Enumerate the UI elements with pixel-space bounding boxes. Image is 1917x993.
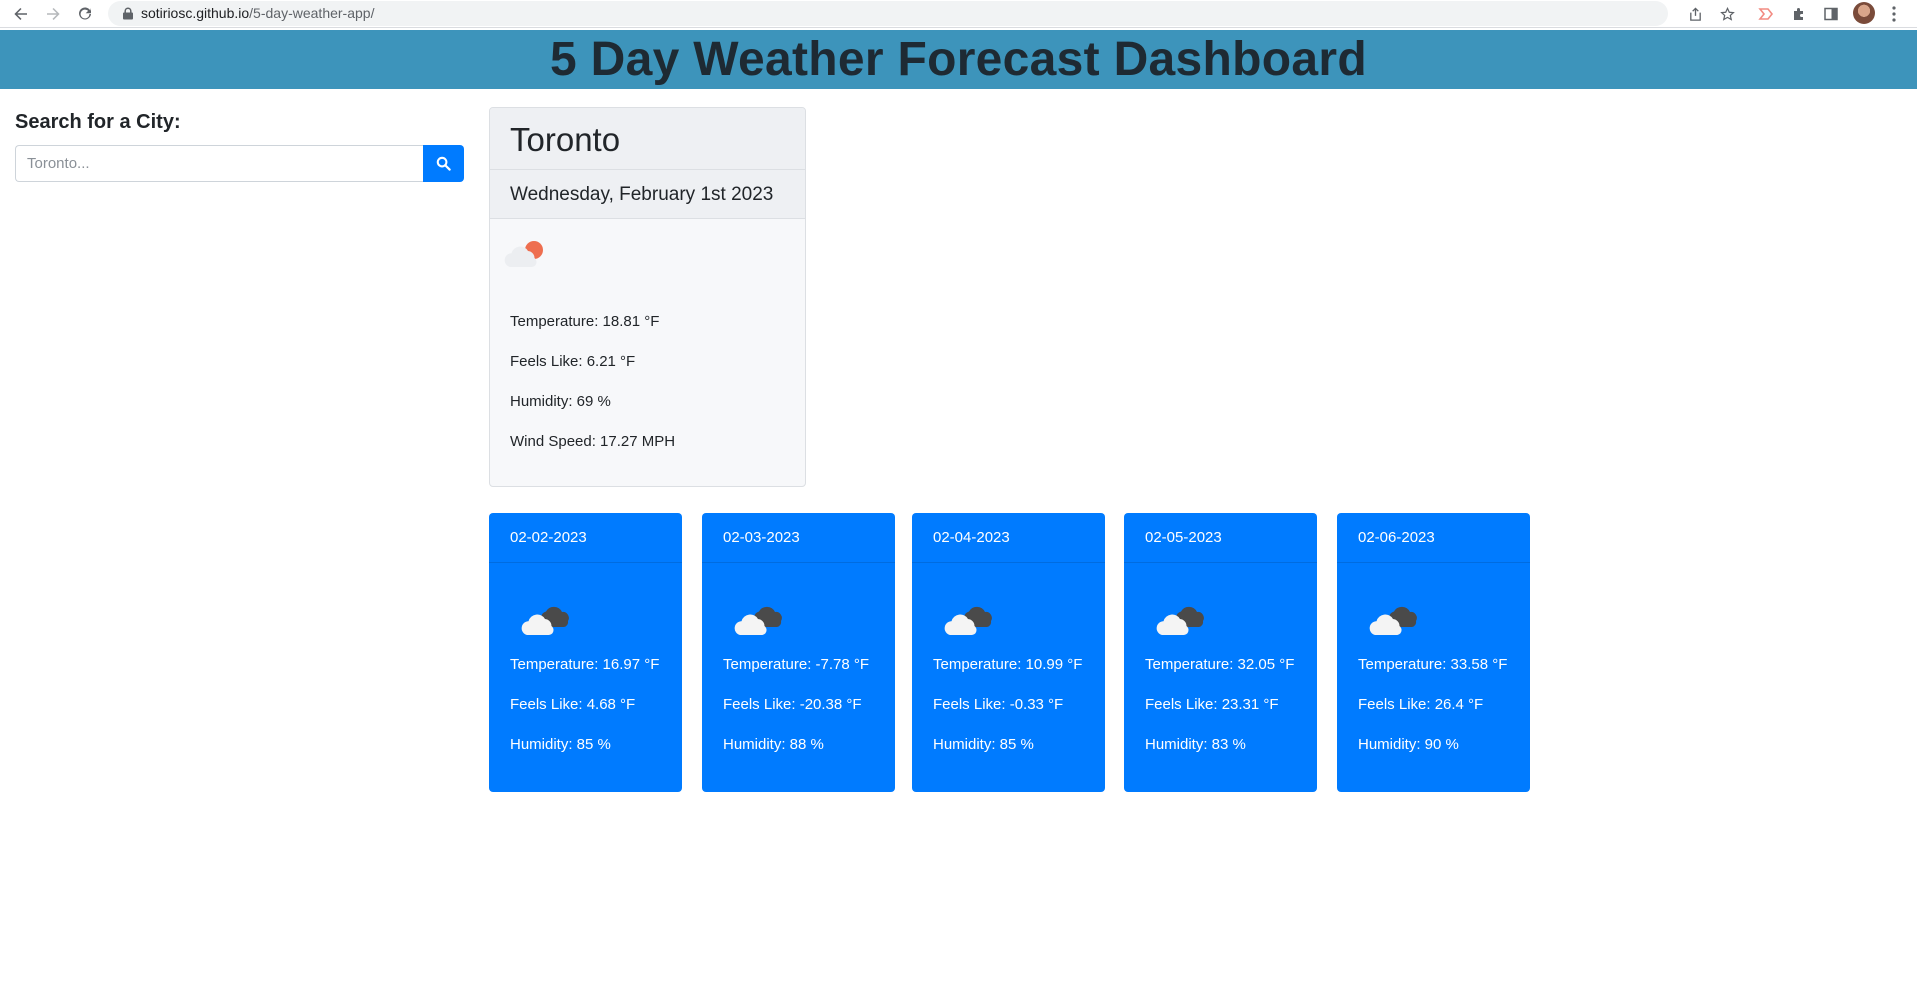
search-input[interactable]: [15, 145, 423, 182]
address-bar[interactable]: sotiriosc.github.io/5-day-weather-app/: [108, 1, 1735, 26]
forecast-feels-like: Feels Like: 26.4 °F: [1358, 696, 1484, 713]
forecast-date: 02-06-2023: [1337, 513, 1530, 563]
broken-clouds-icon: [521, 606, 569, 636]
lock-icon: [123, 7, 133, 20]
forecast-temperature: Temperature: 10.99 °F: [933, 656, 1083, 673]
current-humidity: Humidity: 69 %: [510, 393, 611, 410]
forecast-card: 02-03-2023 Temperature: -7.78 °F Feels L…: [702, 513, 895, 792]
forward-icon[interactable]: [41, 2, 65, 26]
back-icon[interactable]: [9, 2, 33, 26]
forecast-card: 02-05-2023 Temperature: 32.05 °F Feels L…: [1124, 513, 1317, 792]
broken-clouds-icon: [734, 606, 782, 636]
current-temperature: Temperature: 18.81 °F: [510, 313, 660, 330]
browser-toolbar: sotiriosc.github.io/5-day-weather-app/: [0, 0, 1917, 28]
forecast-humidity: Humidity: 88 %: [723, 736, 824, 753]
page-header: 5 Day Weather Forecast Dashboard: [0, 30, 1917, 89]
forecast-temperature: Temperature: 32.05 °F: [1145, 656, 1295, 673]
forecast-date: 02-03-2023: [702, 513, 895, 563]
menu-dots-icon[interactable]: [1884, 3, 1904, 25]
forecast-card: 02-04-2023 Temperature: 10.99 °F Feels L…: [912, 513, 1105, 792]
forecast-card: 02-06-2023 Temperature: 33.58 °F Feels L…: [1337, 513, 1530, 792]
forecast-feels-like: Feels Like: 4.68 °F: [510, 696, 636, 713]
current-weather-card: Toronto Wednesday, February 1st 2023 Tem…: [489, 107, 806, 487]
search-label: Search for a City:: [15, 111, 181, 133]
forecast-temperature: Temperature: 33.58 °F: [1358, 656, 1508, 673]
forecast-date: 02-05-2023: [1124, 513, 1317, 563]
forecast-feels-like: Feels Like: -0.33 °F: [933, 696, 1064, 713]
extension-record-icon[interactable]: [1755, 3, 1777, 25]
page-title: 5 Day Weather Forecast Dashboard: [550, 33, 1367, 86]
forecast-humidity: Humidity: 90 %: [1358, 736, 1459, 753]
search-icon: [436, 156, 451, 171]
partly-cloudy-sun-icon: [504, 241, 543, 268]
broken-clouds-icon: [1369, 606, 1417, 636]
forecast-feels-like: Feels Like: 23.31 °F: [1145, 696, 1279, 713]
forecast-feels-like: Feels Like: -20.38 °F: [723, 696, 862, 713]
forecast-humidity: Humidity: 85 %: [510, 736, 611, 753]
forecast-temperature: Temperature: 16.97 °F: [510, 656, 660, 673]
current-date: Wednesday, February 1st 2023: [490, 170, 805, 219]
forecast-date: 02-04-2023: [912, 513, 1105, 563]
broken-clouds-icon: [1156, 606, 1204, 636]
url-domain: sotiriosc.github.io: [141, 5, 250, 21]
side-panel-icon[interactable]: [1820, 3, 1842, 25]
forecast-humidity: Humidity: 83 %: [1145, 736, 1246, 753]
forecast-temperature: Temperature: -7.78 °F: [723, 656, 870, 673]
current-feels-like: Feels Like: 6.21 °F: [510, 353, 636, 370]
current-wind-speed: Wind Speed: 17.27 MPH: [510, 433, 676, 450]
url-path: /5-day-weather-app/: [249, 5, 375, 21]
search-button[interactable]: [423, 145, 464, 182]
extensions-puzzle-icon[interactable]: [1788, 3, 1810, 25]
search-form: [15, 145, 464, 182]
url-text: sotiriosc.github.io/5-day-weather-app/: [141, 5, 374, 21]
forecast-humidity: Humidity: 85 %: [933, 736, 1034, 753]
bookmark-star-icon[interactable]: [1716, 3, 1738, 25]
current-city-name: Toronto: [490, 108, 805, 170]
forecast-date: 02-02-2023: [489, 513, 682, 563]
forecast-card: 02-02-2023 Temperature: 16.97 °F Feels L…: [489, 513, 682, 792]
reload-icon[interactable]: [73, 2, 97, 26]
share-icon[interactable]: [1684, 3, 1706, 25]
profile-avatar[interactable]: [1853, 2, 1875, 24]
broken-clouds-icon: [944, 606, 992, 636]
